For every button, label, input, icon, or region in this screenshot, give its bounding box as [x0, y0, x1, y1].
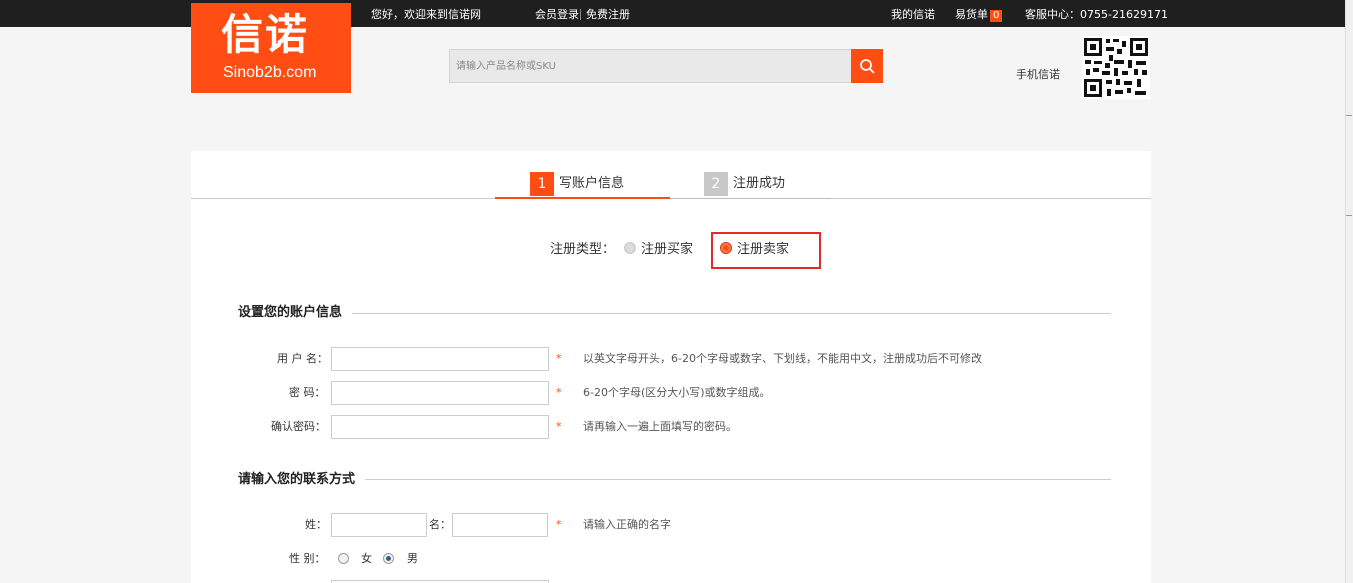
qr-code-icon — [1082, 36, 1150, 99]
my-account-link[interactable]: 我的信诺 — [891, 8, 935, 22]
site-logo[interactable]: 信诺 Sinob2b.com — [191, 3, 351, 93]
mobile-site-label: 手机信诺 — [1016, 68, 1060, 81]
section-divider — [352, 313, 1111, 314]
gender-male-radio[interactable] — [383, 553, 394, 564]
search-button[interactable] — [851, 49, 883, 83]
password-label: 密 码： — [289, 386, 326, 399]
required-mark: * — [556, 518, 562, 531]
gender-label: 性 别： — [289, 552, 326, 565]
divider — [580, 9, 581, 20]
name-hint: 请输入正确的名字 — [583, 518, 671, 531]
inactive-step-underline — [670, 198, 831, 199]
required-mark: * — [556, 386, 562, 399]
required-mark: * — [556, 420, 562, 433]
step-register-success: 2 注册成功 — [704, 172, 844, 196]
login-link[interactable]: 会员登录 — [535, 8, 579, 22]
confirm-password-input[interactable] — [331, 415, 549, 439]
register-link[interactable]: 免费注册 — [586, 8, 630, 22]
page-scrollbar[interactable] — [1345, 0, 1353, 583]
cart-label: 易货单 — [955, 8, 988, 21]
step-account-info: 1 写账户信息 — [530, 172, 670, 196]
required-mark: * — [556, 352, 562, 365]
username-label: 用 户 名： — [277, 352, 328, 365]
username-input[interactable] — [331, 347, 549, 371]
logo-domain: Sinob2b.com — [223, 64, 317, 81]
cart-link[interactable]: 易货单 0 — [955, 8, 1003, 22]
step-number: 2 — [704, 172, 728, 196]
selection-highlight-box — [711, 232, 821, 269]
cart-count-badge: 0 — [990, 10, 1003, 22]
given-name-label: 名： — [429, 518, 451, 531]
gender-male-label[interactable]: 男 — [407, 552, 418, 566]
username-hint: 以英文字母开头，6-20个字母或数字、下划线，不能用中文，注册成功后不可修改 — [583, 352, 982, 365]
given-name-input[interactable] — [452, 513, 548, 537]
search-input[interactable] — [449, 49, 851, 83]
greeting-text: 您好，欢迎来到信诺网 — [371, 8, 481, 21]
section-divider — [365, 479, 1111, 480]
password-hint: 6-20个字母(区分大小写)或数字组成。 — [583, 386, 771, 399]
gender-female-label[interactable]: 女 — [361, 552, 372, 566]
confirm-password-label: 确认密码： — [271, 420, 326, 433]
search-icon — [860, 59, 875, 74]
step-number: 1 — [530, 172, 554, 196]
active-step-underline — [495, 197, 670, 199]
step-label: 写账户信息 — [559, 176, 625, 191]
surname-input[interactable] — [331, 513, 427, 537]
confirm-password-hint: 请再输入一遍上面填写的密码。 — [583, 420, 737, 433]
contact-section-title: 请输入您的联系方式 — [238, 472, 356, 487]
gender-female-radio[interactable] — [338, 553, 349, 564]
register-buyer-radio[interactable] — [624, 242, 636, 254]
password-input[interactable] — [331, 381, 549, 405]
logo-mark: 信诺 — [221, 10, 310, 59]
scroll-marker — [1346, 115, 1352, 120]
registration-panel: 1 写账户信息 2 注册成功 注册类型： 注册买家 注册卖家 设置您的账户信息 … — [191, 151, 1151, 583]
customer-service-text: 客服中心：0755-21629171 — [1025, 8, 1168, 21]
step-label: 注册成功 — [733, 176, 786, 191]
account-section-title: 设置您的账户信息 — [238, 305, 343, 320]
register-buyer-label[interactable]: 注册买家 — [641, 242, 693, 258]
register-type-label: 注册类型： — [550, 242, 616, 257]
surname-label: 姓： — [305, 518, 327, 531]
scroll-marker — [1346, 215, 1352, 220]
